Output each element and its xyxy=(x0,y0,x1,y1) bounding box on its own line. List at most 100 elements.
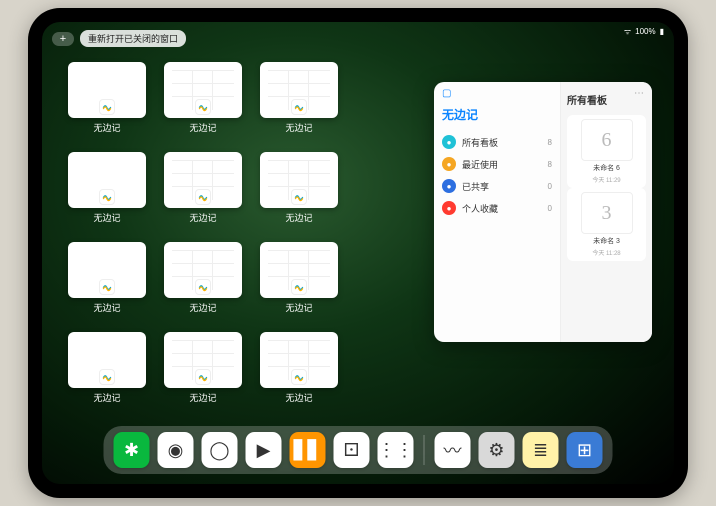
window-label: 无边记 xyxy=(93,301,120,314)
dock-separator xyxy=(424,435,425,465)
panel-item-count: 8 xyxy=(548,160,552,169)
board-time: 今天 11:28 xyxy=(592,248,620,257)
window-thumbnail xyxy=(164,62,242,118)
window-label: 无边记 xyxy=(93,391,120,404)
board-card[interactable]: 3 未命名 3 今天 11:28 xyxy=(567,188,646,261)
app-window[interactable]: 无边记 xyxy=(68,62,146,140)
dock-wechat-icon[interactable]: ✱ xyxy=(114,432,150,468)
dock-notes-icon[interactable]: ≣ xyxy=(523,432,559,468)
battery-label: 100% xyxy=(635,27,655,36)
dock-apps-icon[interactable]: ⊞ xyxy=(567,432,603,468)
freeform-icon xyxy=(99,279,115,295)
panel-right: 所有看板 6 未命名 6 今天 11:293 未命名 3 今天 11:28 xyxy=(560,82,652,342)
reopen-closed-window-pill[interactable]: 重新打开已关闭的窗口 xyxy=(80,30,186,47)
app-window[interactable]: 无边记 xyxy=(68,152,146,230)
board-sketch: 3 xyxy=(581,192,633,234)
window-thumbnail xyxy=(68,62,146,118)
freeform-icon xyxy=(291,279,307,295)
panel-left: 无边记 ● 所有看板 8● 最近使用 8● 已共享 0● 个人收藏 0 xyxy=(434,82,560,342)
dock-books-icon[interactable]: ▋▋ xyxy=(290,432,326,468)
dock-nodes-icon[interactable]: ⋮⋮ xyxy=(378,432,414,468)
window-label: 无边记 xyxy=(93,121,120,134)
window-grid: 无边记 无边记 无边记 无边记 无边记 xyxy=(68,62,434,410)
app-window[interactable]: 无边记 xyxy=(68,332,146,410)
freeform-icon xyxy=(195,99,211,115)
dock-dice-icon[interactable]: ⚀ xyxy=(334,432,370,468)
screen: ᯤ 100% ▮ + 重新打开已关闭的窗口 无边记 无边记 xyxy=(42,22,674,484)
freeform-icon xyxy=(291,99,307,115)
app-window[interactable]: 无边记 xyxy=(164,152,242,230)
app-window[interactable]: 无边记 xyxy=(164,242,242,320)
window-label: 无边记 xyxy=(93,211,120,224)
heart-icon: ● xyxy=(442,201,456,215)
window-label: 无边记 xyxy=(189,391,216,404)
battery-icon: ▮ xyxy=(660,27,664,36)
panel-item-clock[interactable]: ● 最近使用 8 xyxy=(442,153,552,175)
panel-item-count: 8 xyxy=(548,138,552,147)
clock-icon: ● xyxy=(442,157,456,171)
board-time: 今天 11:29 xyxy=(592,175,620,184)
window-label: 无边记 xyxy=(189,121,216,134)
panel-item-heart[interactable]: ● 个人收藏 0 xyxy=(442,197,552,219)
freeform-icon xyxy=(291,369,307,385)
panel-item-count: 0 xyxy=(548,204,552,213)
panel-item-label: 个人收藏 xyxy=(462,202,498,215)
window-thumbnail xyxy=(68,152,146,208)
freeform-icon xyxy=(195,189,211,205)
freeform-icon xyxy=(99,189,115,205)
window-label: 无边记 xyxy=(285,211,312,224)
dock-play-icon[interactable]: ▶ xyxy=(246,432,282,468)
dock: ✱◉◯▶▋▋⚀⋮⋮ 〰⚙≣⊞ xyxy=(104,426,613,474)
board-name: 未命名 3 xyxy=(593,236,620,246)
window-thumbnail xyxy=(164,332,242,388)
status-bar: ᯤ 100% ▮ xyxy=(624,26,664,37)
sidebar-icon[interactable]: ▢ xyxy=(442,88,451,99)
app-window[interactable]: 无边记 xyxy=(260,62,338,140)
share-icon: ● xyxy=(442,179,456,193)
app-window[interactable]: 无边记 xyxy=(260,332,338,410)
freeform-icon xyxy=(99,369,115,385)
freeform-icon xyxy=(99,99,115,115)
window-thumbnail xyxy=(260,62,338,118)
panel-item-grid[interactable]: ● 所有看板 8 xyxy=(442,131,552,153)
app-window[interactable]: 无边记 xyxy=(164,332,242,410)
app-window[interactable]: 无边记 xyxy=(260,242,338,320)
app-window[interactable]: 无边记 xyxy=(260,152,338,230)
window-label: 无边记 xyxy=(189,301,216,314)
more-icon[interactable]: ⋯ xyxy=(634,88,644,99)
panel-item-label: 已共享 xyxy=(462,180,489,193)
ipad-frame: ᯤ 100% ▮ + 重新打开已关闭的窗口 无边记 无边记 xyxy=(28,8,688,498)
window-label: 无边记 xyxy=(285,391,312,404)
dock-qqbrowser-icon[interactable]: ◯ xyxy=(202,432,238,468)
panel-item-count: 0 xyxy=(548,182,552,191)
sidebar-panel: ▢ ⋯ 无边记 ● 所有看板 8● 最近使用 8● 已共享 0● 个人收藏 0 … xyxy=(434,82,652,342)
wifi-icon: ᯤ xyxy=(624,26,631,37)
board-name: 未命名 6 xyxy=(593,163,620,173)
board-sketch: 6 xyxy=(581,119,633,161)
window-label: 无边记 xyxy=(285,121,312,134)
freeform-icon xyxy=(195,369,211,385)
panel-item-share[interactable]: ● 已共享 0 xyxy=(442,175,552,197)
app-window[interactable]: 无边记 xyxy=(68,242,146,320)
window-thumbnail xyxy=(164,242,242,298)
grid-icon: ● xyxy=(442,135,456,149)
panel-item-label: 所有看板 xyxy=(462,136,498,149)
window-label: 无边记 xyxy=(189,211,216,224)
window-thumbnail xyxy=(164,152,242,208)
board-card[interactable]: 6 未命名 6 今天 11:29 xyxy=(567,115,646,188)
window-thumbnail xyxy=(260,242,338,298)
window-thumbnail xyxy=(68,332,146,388)
add-button[interactable]: + xyxy=(52,32,74,46)
window-thumbnail xyxy=(260,152,338,208)
panel-title: 无边记 xyxy=(442,106,552,123)
window-thumbnail xyxy=(260,332,338,388)
window-label: 无边记 xyxy=(285,301,312,314)
panel-item-label: 最近使用 xyxy=(462,158,498,171)
window-thumbnail xyxy=(68,242,146,298)
app-window[interactable]: 无边记 xyxy=(164,62,242,140)
freeform-icon xyxy=(291,189,307,205)
dock-settings-icon[interactable]: ⚙ xyxy=(479,432,515,468)
dock-freeform-icon[interactable]: 〰 xyxy=(435,432,471,468)
freeform-icon xyxy=(195,279,211,295)
dock-quark-icon[interactable]: ◉ xyxy=(158,432,194,468)
